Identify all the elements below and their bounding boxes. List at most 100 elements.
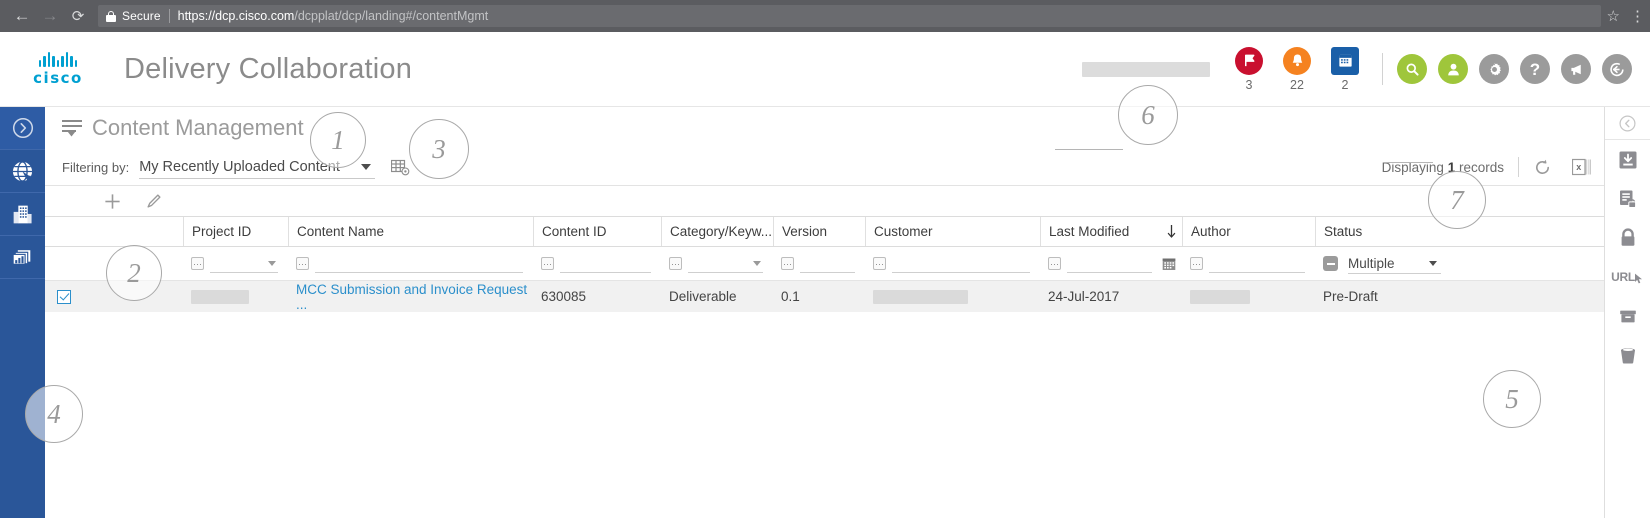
cell-content-id: 630085 <box>541 289 587 304</box>
app-header: cisco Delivery Collaboration 3 22 2 ? <box>0 32 1650 107</box>
chevron-right-circle-icon <box>12 117 33 139</box>
header-actions: 3 22 2 ? <box>1082 32 1650 106</box>
filter-options-icon[interactable]: ⋯ <box>781 257 794 270</box>
column-header-content-name[interactable]: Content Name <box>288 217 533 246</box>
filter-cell-customer[interactable]: ⋯ <box>865 247 1040 280</box>
version-filter-input[interactable] <box>800 255 855 273</box>
filter-cell-status[interactable]: Multiple <box>1315 247 1500 280</box>
filter-cell-version[interactable]: ⋯ <box>773 247 865 280</box>
sidebar-item-expand[interactable] <box>0 107 45 150</box>
column-header-customer[interactable]: Customer <box>865 217 1040 246</box>
column-header-project-id[interactable]: Project ID <box>183 217 288 246</box>
filter-options-icon[interactable]: ⋯ <box>1048 257 1061 270</box>
search-icon[interactable] <box>1397 54 1427 84</box>
logout-icon[interactable] <box>1602 54 1632 84</box>
globe-icon <box>12 160 33 182</box>
table-row[interactable]: MCC Submission and Invoice Request ... 6… <box>45 281 1604 312</box>
filter-options-icon[interactable]: ⋯ <box>191 257 204 270</box>
column-header-author[interactable]: Author <box>1182 217 1315 246</box>
content-management-title: Content Management <box>92 115 304 140</box>
reload-icon[interactable]: ⟳ <box>64 2 92 30</box>
filter-options-icon[interactable]: ⋯ <box>1190 257 1203 270</box>
row-checkbox-cell[interactable] <box>45 281 83 312</box>
annotation-leader-7 <box>1383 162 1433 163</box>
content-name-filter-input[interactable] <box>315 255 523 273</box>
filter-cell-category[interactable]: ⋯ <box>661 247 773 280</box>
filter-options-icon[interactable]: ⋯ <box>541 257 554 270</box>
flag-icon <box>1235 46 1263 75</box>
column-header-content-id[interactable]: Content ID <box>533 217 661 246</box>
records-divider <box>1518 157 1519 177</box>
bell-badge[interactable]: 22 <box>1280 46 1314 92</box>
download-action[interactable] <box>1605 140 1650 179</box>
cell-last-modified: 24-Jul-2017 <box>1048 289 1120 304</box>
sidebar-item-organization[interactable] <box>0 193 45 236</box>
lock-action[interactable] <box>1605 218 1650 257</box>
right-action-rail: URL <box>1604 107 1650 518</box>
filter-cell-last-modified[interactable]: ⋯ <box>1040 247 1182 280</box>
grid-filter-row: ⋯ ⋯ ⋯ ⋯ ⋯ ⋯ ⋯ ⋯ Multiple <box>45 247 1604 281</box>
refresh-icon[interactable] <box>1533 158 1552 177</box>
author-filter-input[interactable] <box>1209 255 1305 273</box>
excel-export-icon[interactable]: x <box>1572 158 1592 177</box>
copy-url-action[interactable]: URL <box>1605 257 1650 296</box>
column-header-select <box>45 217 83 246</box>
filter-cell-project-id[interactable]: ⋯ <box>183 247 288 280</box>
row-checkbox[interactable] <box>57 289 71 304</box>
filter-options-icon[interactable]: ⋯ <box>873 257 886 270</box>
left-navigation-rail <box>0 107 45 518</box>
content-id-filter-input[interactable] <box>560 255 651 273</box>
chevron-left-circle-icon <box>1619 114 1636 132</box>
filter-cell-author[interactable]: ⋯ <box>1182 247 1315 280</box>
user-icon[interactable] <box>1438 54 1468 84</box>
delete-action[interactable] <box>1605 335 1650 374</box>
back-icon[interactable]: ← <box>8 2 36 30</box>
cell-content-name[interactable]: MCC Submission and Invoice Request ... <box>288 281 533 312</box>
column-header-version[interactable]: Version <box>773 217 865 246</box>
checkin-action[interactable] <box>1605 179 1650 218</box>
status-filter-select[interactable]: Multiple <box>1348 254 1441 274</box>
calendar-filter-icon[interactable] <box>1162 257 1176 271</box>
filter-select[interactable]: My Recently Uploaded Content <box>139 155 376 179</box>
cell-status: Pre-Draft <box>1323 289 1378 304</box>
chevron-down-icon <box>361 164 372 170</box>
kebab-menu-icon[interactable]: ⋮ <box>1630 9 1645 24</box>
filter-options-icon[interactable]: ⋯ <box>296 257 309 270</box>
grid-settings-icon[interactable] <box>391 159 410 176</box>
archive-action[interactable] <box>1605 296 1650 335</box>
address-bar[interactable]: Secure https://dcp.cisco.com/dcpplat/dcp… <box>98 5 1601 27</box>
lock-icon <box>105 10 116 22</box>
last-modified-filter-input[interactable] <box>1067 255 1152 273</box>
star-icon[interactable]: ☆ <box>1607 7 1620 25</box>
forward-icon[interactable]: → <box>36 2 64 30</box>
document-lock-icon <box>1619 190 1636 208</box>
column-header-last-modified[interactable]: Last Modified <box>1040 217 1182 246</box>
url-text: https://dcp.cisco.com/dcpplat/dcp/landin… <box>178 9 489 23</box>
help-icon[interactable]: ? <box>1520 54 1550 84</box>
collapse-rail-button[interactable] <box>1605 107 1650 140</box>
megaphone-icon[interactable] <box>1561 54 1591 84</box>
omnibox-divider <box>168 9 170 23</box>
gear-icon[interactable] <box>1479 54 1509 84</box>
chevron-down-icon <box>268 260 276 266</box>
sidebar-item-reports[interactable] <box>0 236 45 279</box>
project-id-filter-input[interactable] <box>210 255 278 273</box>
pencil-icon[interactable] <box>145 192 163 210</box>
customer-filter-input[interactable] <box>892 255 1030 273</box>
flag-badge[interactable]: 3 <box>1232 46 1266 92</box>
filter-cell-content-name[interactable]: ⋯ <box>288 247 533 280</box>
filter-cell-content-id[interactable]: ⋯ <box>533 247 661 280</box>
building-icon <box>13 205 32 223</box>
plus-icon[interactable] <box>103 192 122 211</box>
filter-options-icon[interactable]: ⋯ <box>669 257 682 270</box>
category-filter-input[interactable] <box>688 255 763 273</box>
column-header-status[interactable]: Status <box>1315 217 1500 246</box>
filter-options-icon[interactable] <box>1323 256 1338 271</box>
sidebar-item-global[interactable] <box>0 150 45 193</box>
column-header-category[interactable]: Category/Keyw... <box>661 217 773 246</box>
calendar-badge[interactable]: 2 <box>1328 46 1362 92</box>
annotation-leader-6 <box>1055 149 1123 150</box>
main-content: Content Management Filtering by: My Rece… <box>45 107 1604 518</box>
cisco-logo[interactable]: cisco <box>28 51 88 87</box>
sort-lines-icon[interactable] <box>62 120 82 137</box>
